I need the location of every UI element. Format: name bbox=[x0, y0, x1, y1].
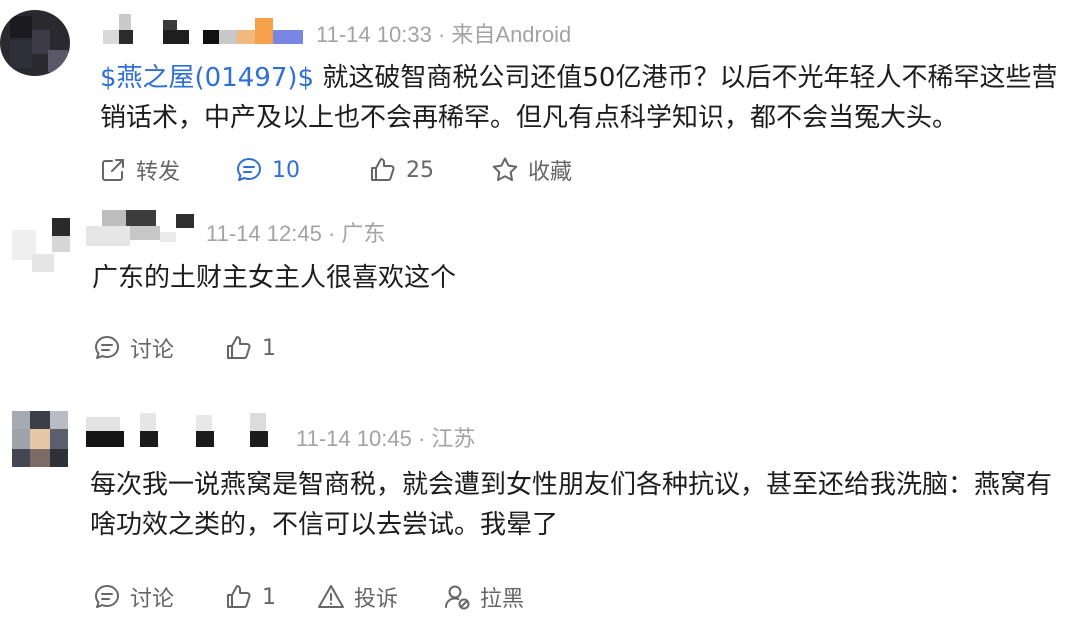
post-2: 11-14 12:45 · 广东 广东的土财主女主人很喜欢这个 讨论 1 bbox=[0, 200, 1080, 390]
post-3: 11-14 10:45 · 江苏 每次我一说燕窝是智商税，就会遭到女性朋友们各种… bbox=[0, 395, 1080, 630]
stock-tag-link[interactable]: $燕之屋(01497)$ bbox=[100, 63, 314, 93]
block-button[interactable]: 拉黑 bbox=[442, 581, 524, 613]
post-meta: 11-14 10:45 · 江苏 bbox=[296, 421, 475, 453]
like-icon bbox=[224, 582, 254, 612]
avatar[interactable] bbox=[0, 10, 70, 76]
report-button[interactable]: 投诉 bbox=[316, 581, 398, 613]
comment-count: 10 bbox=[272, 157, 301, 183]
username-obscured[interactable] bbox=[86, 210, 198, 250]
repost-label: 转发 bbox=[136, 160, 181, 185]
post-time: 11-14 12:45 bbox=[206, 221, 322, 246]
repost-icon bbox=[98, 155, 128, 185]
discuss-label: 讨论 bbox=[130, 338, 175, 363]
post-body: 每次我一说燕窝是智商税，就会遭到女性朋友们各种抗议，甚至还给我洗脑：燕窝有啥功效… bbox=[90, 470, 1053, 540]
like-count: 25 bbox=[406, 157, 435, 183]
warning-icon bbox=[316, 582, 346, 612]
discuss-button[interactable]: 讨论 bbox=[92, 581, 174, 613]
like-icon bbox=[368, 155, 398, 185]
favorite-label: 收藏 bbox=[528, 160, 573, 185]
like-count: 1 bbox=[262, 584, 277, 610]
block-user-icon bbox=[442, 582, 472, 612]
like-button[interactable]: 25 bbox=[368, 155, 434, 185]
username-obscured[interactable] bbox=[103, 12, 303, 52]
discuss-icon bbox=[92, 333, 122, 363]
post-time: 11-14 10:33 bbox=[316, 22, 432, 47]
post-text: 广东的土财主女主人很喜欢这个 bbox=[92, 258, 1052, 298]
post-meta: 11-14 10:33 · 来自Android bbox=[316, 17, 571, 49]
post-actions: 讨论 1 bbox=[92, 332, 338, 364]
discuss-label: 讨论 bbox=[130, 587, 175, 612]
comment-button[interactable]: 10 bbox=[234, 155, 300, 185]
post-text: $燕之屋(01497)$ 就这破智商税公司还值50亿港币？以后不光年轻人不稀罕这… bbox=[100, 58, 1060, 138]
post-time: 11-14 10:45 bbox=[296, 426, 412, 451]
block-label: 拉黑 bbox=[480, 587, 525, 612]
post-actions: 讨论 1 投诉 拉黑 bbox=[92, 581, 586, 613]
report-label: 投诉 bbox=[354, 587, 399, 612]
meta-separator: · bbox=[327, 221, 336, 246]
post-source: 来自Android bbox=[451, 22, 572, 47]
post-actions: 转发 10 25 收藏 bbox=[98, 154, 634, 186]
post-1: 11-14 10:33 · 来自Android $燕之屋(01497)$ 就这破… bbox=[0, 0, 1080, 200]
star-icon bbox=[490, 155, 520, 185]
username-obscured[interactable] bbox=[86, 411, 276, 451]
post-text: 每次我一说燕窝是智商税，就会遭到女性朋友们各种抗议，甚至还给我洗脑：燕窝有啥功效… bbox=[90, 465, 1060, 545]
meta-separator: · bbox=[437, 22, 446, 47]
like-icon bbox=[224, 333, 254, 363]
meta-separator: · bbox=[417, 426, 426, 451]
like-button[interactable]: 1 bbox=[224, 333, 276, 363]
repost-button[interactable]: 转发 bbox=[98, 154, 180, 186]
post-meta: 11-14 12:45 · 广东 bbox=[206, 216, 385, 248]
like-button[interactable]: 1 bbox=[224, 582, 276, 612]
discuss-icon bbox=[92, 582, 122, 612]
discuss-button[interactable]: 讨论 bbox=[92, 332, 174, 364]
avatar[interactable] bbox=[12, 210, 70, 272]
post-body: 广东的土财主女主人很喜欢这个 bbox=[92, 263, 457, 293]
avatar[interactable] bbox=[12, 411, 68, 467]
post-location: 广东 bbox=[341, 221, 386, 246]
favorite-button[interactable]: 收藏 bbox=[490, 154, 572, 186]
like-count: 1 bbox=[262, 335, 277, 361]
post-location: 江苏 bbox=[431, 426, 476, 451]
comment-icon bbox=[234, 155, 264, 185]
